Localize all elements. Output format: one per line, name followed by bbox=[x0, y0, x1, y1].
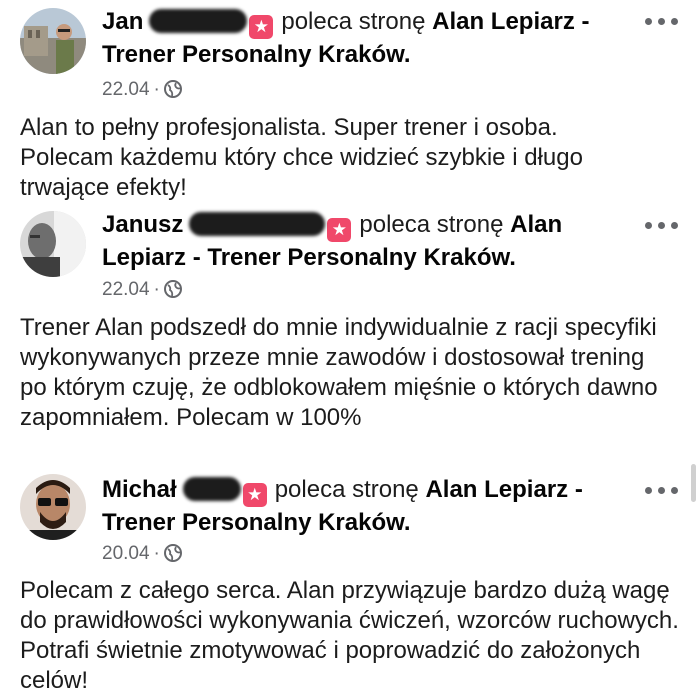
review-meta: 20.04 · bbox=[102, 542, 182, 566]
star-badge-icon: ★ bbox=[242, 483, 267, 507]
star-badge-icon: ★ bbox=[327, 218, 352, 242]
review-text: Alan to pełny profesjonalista. Super tre… bbox=[20, 114, 583, 201]
review-text: Trener Alan podszedł do mnie indywidualn… bbox=[20, 314, 658, 431]
separator-dot: · bbox=[153, 79, 160, 100]
avatar[interactable] bbox=[20, 8, 86, 74]
recommend-verb: poleca stronę bbox=[281, 8, 426, 35]
redacted-surname bbox=[149, 9, 248, 33]
reviewer-name[interactable]: Jan bbox=[102, 8, 143, 35]
scrollbar[interactable] bbox=[691, 464, 696, 502]
review-header: Jan ★ poleca stronę Alan Lepiarz - Trener … bbox=[102, 6, 622, 70]
review-header: Michał ★ poleca stronę Alan Lepiarz - Tren… bbox=[102, 474, 622, 538]
recommend-verb: poleca stronę bbox=[359, 211, 504, 238]
review-meta: 22.04 · bbox=[102, 78, 182, 102]
reviewer-name[interactable]: Janusz bbox=[102, 211, 183, 238]
globe-icon bbox=[163, 280, 182, 298]
avatar[interactable] bbox=[20, 211, 86, 277]
globe-icon bbox=[163, 544, 182, 562]
separator-dot: · bbox=[153, 543, 160, 564]
star-badge-icon: ★ bbox=[249, 15, 274, 39]
review-header: Janusz ★ poleca stronę Alan Lepiarz - Trene… bbox=[102, 209, 622, 273]
page-name-link[interactable]: Alan bbox=[510, 211, 562, 238]
review-date[interactable]: 22.04 bbox=[102, 279, 150, 300]
more-options-icon[interactable] bbox=[645, 218, 679, 232]
review-date[interactable]: 20.04 bbox=[102, 543, 150, 564]
review-date[interactable]: 22.04 bbox=[102, 79, 150, 100]
page-name-link[interactable]: Lepiarz - Trener Personalny Kraków. bbox=[102, 244, 516, 271]
review-meta: 22.04 · bbox=[102, 278, 182, 302]
review-text: Polecam z całego serca. Alan przywiązuje… bbox=[20, 577, 679, 694]
more-options-icon[interactable] bbox=[645, 14, 679, 28]
redacted-surname bbox=[189, 212, 326, 236]
globe-icon bbox=[163, 80, 182, 98]
reviewer-name[interactable]: Michał bbox=[102, 476, 177, 503]
avatar[interactable] bbox=[20, 474, 86, 540]
separator-dot: · bbox=[153, 279, 160, 300]
more-options-icon[interactable] bbox=[645, 483, 679, 497]
recommend-verb: poleca stronę bbox=[274, 476, 419, 503]
redacted-surname bbox=[182, 477, 241, 501]
